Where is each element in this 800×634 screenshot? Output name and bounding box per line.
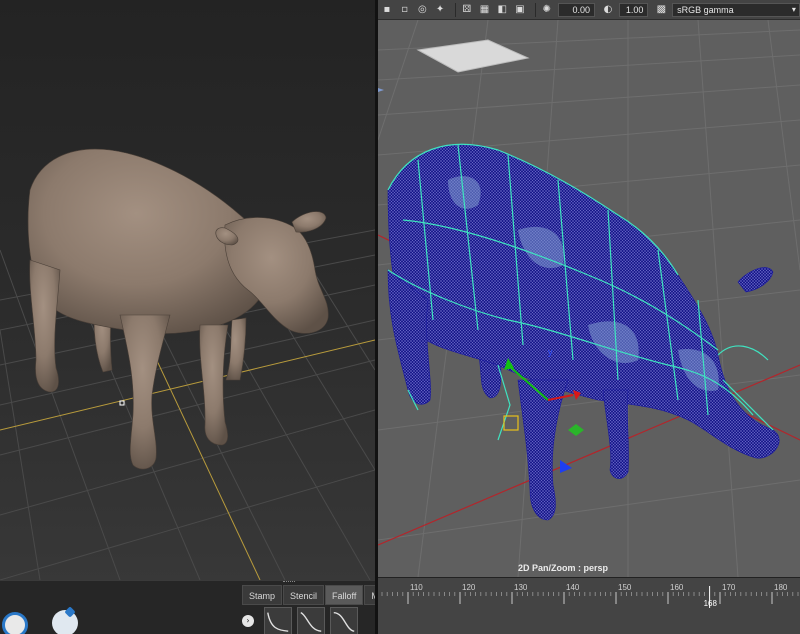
panel-toolbar: ▪ ▫ ◎ ✦ ⚄ ▦ ◧ ▣ ✺ 0.00 ◐ 1.00 ▩ sRGB gam…: [378, 0, 800, 20]
exposure-field[interactable]: 0.00: [557, 2, 596, 17]
area-light-plane[interactable]: [416, 39, 530, 73]
tab-overflow[interactable]: M: [364, 585, 375, 605]
timeline-tick-label: 170: [722, 583, 736, 592]
wireframe-icon[interactable]: ▫: [398, 3, 412, 17]
tab-stencil[interactable]: Stencil: [283, 585, 325, 605]
sculpt-viewport-panel: Stamp Stencil Falloff M ›: [0, 0, 375, 634]
grid-icon[interactable]: ▦: [478, 3, 492, 17]
toolbar-separator: [454, 2, 456, 17]
falloff-next-button[interactable]: ›: [242, 615, 254, 627]
timeline-tick-label: 110: [410, 583, 423, 592]
toolbar-separator: [534, 2, 536, 17]
timeline-tick-label: 180: [774, 583, 788, 592]
cow-sculpt-model[interactable]: [27, 148, 329, 470]
color-space-label: sRGB gamma: [677, 4, 734, 15]
time-slider[interactable]: 110 120 130 140 150 160 170 180 168: [378, 577, 800, 634]
color-management-icon[interactable]: ▩: [654, 3, 668, 17]
pivot-marker[interactable]: [119, 400, 125, 406]
resize-grip-icon[interactable]: [283, 581, 295, 584]
app-window: Stamp Stencil Falloff M › ▪ ▫ ◎ ✦ ⚄ ▦: [0, 0, 800, 634]
manipulator-z-handle: [560, 460, 572, 473]
tab-stamp[interactable]: Stamp: [242, 585, 283, 605]
timeline-tick-label: 120: [462, 583, 476, 592]
timeline-tick-label: 130: [514, 583, 528, 592]
timeline-ruler[interactable]: 110 120 130 140 150 160 170 180 168: [378, 578, 800, 618]
current-frame-label: 168: [704, 599, 718, 608]
isolate-select-icon[interactable]: ◎: [415, 3, 429, 17]
exposure-icon[interactable]: ✺: [540, 3, 554, 17]
sculpt-viewport[interactable]: [0, 0, 375, 580]
perspective-viewport[interactable]: y: [378, 20, 800, 577]
falloff-preset-1[interactable]: [264, 607, 292, 634]
maya-viewport-panel: ▪ ▫ ◎ ✦ ⚄ ▦ ◧ ▣ ✺ 0.00 ◐ 1.00 ▩ sRGB gam…: [378, 0, 800, 634]
tab-falloff[interactable]: Falloff: [325, 585, 364, 605]
timeline-tick-label: 160: [670, 583, 684, 592]
timeline-tick-label: 140: [566, 583, 580, 592]
timeline-tick-label: 150: [618, 583, 632, 592]
paint-tool-icon[interactable]: [52, 610, 78, 634]
chevron-down-icon: ▾: [791, 4, 796, 14]
manipulator-plane-handle: [568, 424, 584, 436]
xray-icon[interactable]: ⚄: [460, 3, 474, 17]
falloff-preset-3[interactable]: [330, 607, 358, 634]
falloff-presets: ›: [242, 607, 363, 634]
resolution-gate-icon[interactable]: ▣: [513, 3, 527, 17]
color-space-dropdown[interactable]: sRGB gamma ▾: [672, 2, 800, 17]
tray-tabs: Stamp Stencil Falloff M: [242, 585, 375, 605]
mudbox-logo-icon: [2, 612, 28, 634]
gamma-icon[interactable]: ◐: [601, 3, 615, 17]
camera-icon[interactable]: ◧: [495, 3, 509, 17]
camera-label: 2D Pan/Zoom : persp: [518, 563, 609, 573]
shaded-icon[interactable]: ▪: [380, 3, 394, 17]
axis-indicator-icon: [378, 88, 384, 92]
svg-text:y: y: [548, 347, 553, 357]
lights-icon[interactable]: ✦: [433, 3, 447, 17]
gamma-field[interactable]: 1.00: [618, 2, 649, 17]
falloff-preset-2[interactable]: [297, 607, 325, 634]
